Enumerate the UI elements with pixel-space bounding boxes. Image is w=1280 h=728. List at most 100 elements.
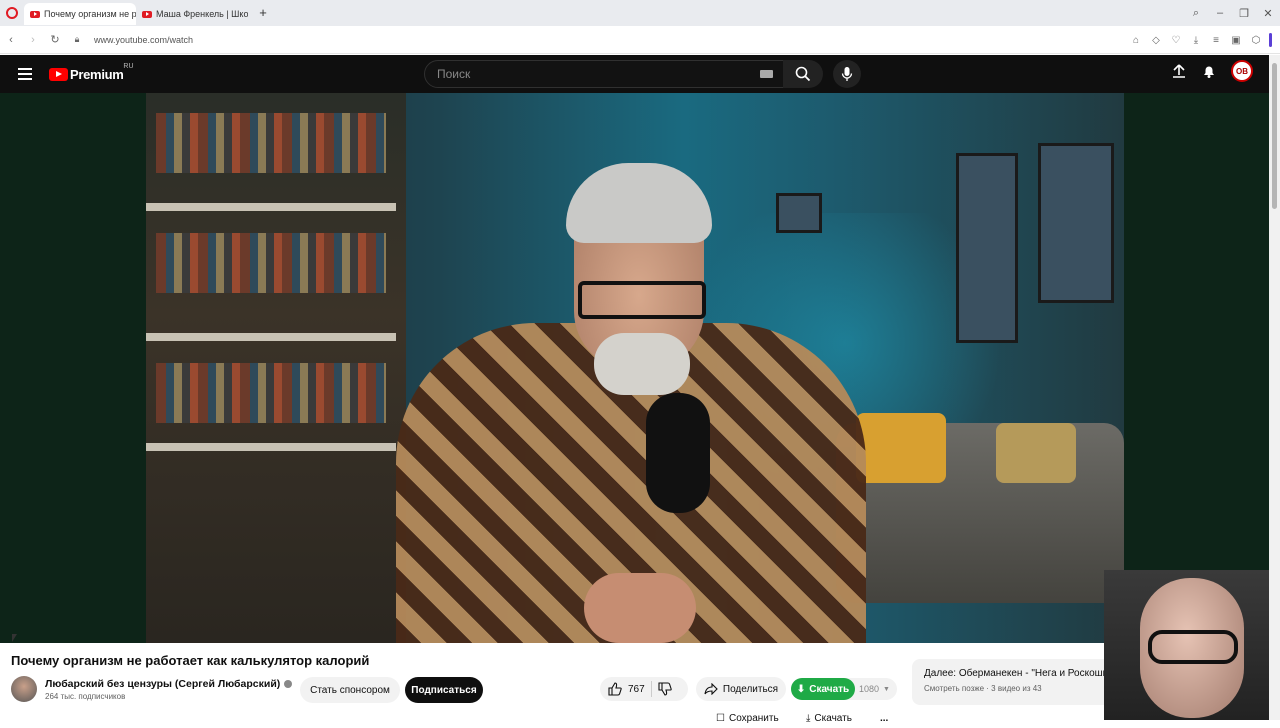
save-label: Сохранить bbox=[728, 712, 779, 724]
search-button[interactable] bbox=[783, 60, 823, 88]
opera-logo-icon[interactable] bbox=[6, 7, 18, 19]
webcam-person-glasses bbox=[1148, 630, 1238, 664]
download-control: ⬇ Скачать 1080 ▼ bbox=[791, 678, 897, 700]
channel-info: Любарский без цензуры (Сергей Любарский)… bbox=[11, 676, 293, 702]
minimize-icon[interactable]: – bbox=[1208, 7, 1232, 19]
person-hair bbox=[566, 163, 712, 243]
youtube-favicon-icon bbox=[30, 10, 40, 18]
sponsor-button[interactable]: Стать спонсором bbox=[300, 677, 400, 703]
download-arrow-icon: ⬇ bbox=[796, 683, 806, 695]
share-label: Поделиться bbox=[722, 683, 779, 695]
dislike-icon[interactable] bbox=[658, 682, 672, 696]
download-secondary-button[interactable]: ⤓ Скачать bbox=[806, 708, 852, 728]
like-icon[interactable] bbox=[608, 682, 622, 696]
lock-icon: 🔒︎ bbox=[74, 34, 80, 44]
tab-label: Почему организм не ра bbox=[44, 9, 136, 19]
shelf-board bbox=[146, 203, 396, 211]
logo-text: Premium bbox=[70, 66, 124, 82]
voice-search-button[interactable] bbox=[833, 60, 861, 88]
person-hands bbox=[584, 573, 696, 643]
webcam-overlay bbox=[1104, 570, 1280, 720]
person-beard bbox=[594, 333, 690, 395]
keyboard-icon[interactable] bbox=[760, 70, 773, 78]
bookshelf bbox=[146, 93, 406, 643]
youtube-header: Premium RU ОВ bbox=[0, 55, 1269, 93]
menu-icon[interactable]: ≡ bbox=[1209, 35, 1223, 46]
microphone-icon bbox=[841, 67, 853, 81]
cube-icon[interactable]: ⬡ bbox=[1249, 35, 1263, 46]
youtube-play-icon bbox=[49, 67, 68, 81]
channel-name-row: Любарский без цензуры (Сергей Любарский) bbox=[45, 678, 293, 690]
sofa bbox=[836, 413, 1124, 603]
pillow bbox=[856, 413, 946, 483]
header-actions: ОВ bbox=[1171, 60, 1253, 82]
search-input[interactable] bbox=[437, 67, 737, 81]
mouse-cursor-icon bbox=[12, 634, 17, 642]
back-icon[interactable]: ‹ bbox=[0, 34, 22, 46]
hamburger-menu-icon[interactable] bbox=[18, 68, 32, 80]
like-count[interactable]: 767 bbox=[628, 684, 645, 695]
picture-frame bbox=[956, 153, 1018, 343]
close-icon[interactable]: ✕ bbox=[1256, 7, 1280, 20]
forward-icon[interactable]: › bbox=[22, 34, 44, 46]
video-player-area[interactable] bbox=[0, 93, 1269, 643]
search-box bbox=[424, 60, 784, 88]
sidebar-indicator[interactable] bbox=[1269, 33, 1272, 47]
heart-icon[interactable]: ♡ bbox=[1169, 35, 1183, 46]
page-scrollbar[interactable] bbox=[1269, 55, 1280, 720]
search-tabs-icon[interactable]: ⌕ bbox=[1184, 7, 1208, 20]
like-dislike-bar: 767 bbox=[600, 677, 688, 701]
verified-icon bbox=[284, 679, 293, 688]
video-title: Почему организм не работает как калькуля… bbox=[11, 653, 370, 668]
bell-icon[interactable] bbox=[1201, 63, 1217, 79]
download-icon: ⤓ bbox=[806, 712, 811, 724]
address-bar: ‹ › ↻ 🔒︎ www.youtube.com/watch ⌂ ◇ ♡ ⤓ ≡… bbox=[0, 26, 1280, 54]
browser-tab[interactable]: Маша Френкель | Школа bbox=[136, 3, 248, 25]
new-tab-button[interactable]: + bbox=[256, 6, 270, 20]
subscriber-count: 264 тыс. подписчиков bbox=[45, 691, 126, 701]
books bbox=[156, 233, 386, 293]
share-button[interactable]: Поделиться bbox=[696, 677, 786, 701]
chevron-down-icon[interactable]: ▼ bbox=[883, 686, 890, 693]
extensions-icon[interactable]: ▣ bbox=[1229, 35, 1243, 46]
save-button[interactable]: ☐ Сохранить bbox=[716, 708, 779, 728]
save-icon: ☐ bbox=[716, 712, 725, 724]
tab-label: Маша Френкель | Школа bbox=[156, 9, 248, 19]
account-avatar[interactable]: ОВ bbox=[1231, 60, 1253, 82]
upload-icon[interactable] bbox=[1171, 63, 1187, 79]
download-button[interactable]: ⬇ Скачать bbox=[791, 678, 855, 700]
channel-name[interactable]: Любарский без цензуры (Сергей Любарский) bbox=[45, 678, 280, 690]
books bbox=[156, 363, 386, 423]
download-label: Скачать bbox=[809, 683, 850, 695]
books bbox=[156, 113, 386, 173]
channel-avatar[interactable] bbox=[11, 676, 37, 702]
share-icon bbox=[704, 683, 718, 695]
youtube-premium-logo[interactable]: Premium RU bbox=[49, 63, 134, 82]
camera-icon[interactable]: ⌂ bbox=[1129, 35, 1143, 46]
like-divider bbox=[650, 681, 652, 697]
pillow bbox=[996, 423, 1076, 483]
url-field[interactable]: www.youtube.com/watch bbox=[94, 35, 193, 45]
shield-icon[interactable]: ◇ bbox=[1149, 35, 1163, 46]
download-icon[interactable]: ⤓ bbox=[1189, 35, 1203, 46]
scrollbar-thumb[interactable] bbox=[1272, 63, 1277, 209]
person-glasses bbox=[578, 281, 706, 319]
browser-tab-active[interactable]: Почему организм не ра bbox=[24, 3, 136, 25]
reload-icon[interactable]: ↻ bbox=[44, 33, 66, 46]
restore-icon[interactable]: ❐ bbox=[1232, 7, 1256, 20]
region-code: RU bbox=[123, 62, 134, 70]
shelf-board bbox=[146, 333, 396, 341]
browser-tab-bar: Почему организм не ра Маша Френкель | Шк… bbox=[0, 0, 1280, 26]
video-frame[interactable] bbox=[146, 93, 1124, 643]
studio-microphone bbox=[646, 393, 710, 513]
picture-frame bbox=[1038, 143, 1114, 303]
quality-select[interactable]: 1080 bbox=[859, 684, 879, 694]
search-icon bbox=[795, 66, 811, 82]
address-bar-actions: ⌂ ◇ ♡ ⤓ ≡ ▣ ⬡ bbox=[1129, 26, 1272, 54]
subscribe-button[interactable]: Подписаться bbox=[405, 677, 483, 703]
more-actions-button[interactable]: ... bbox=[880, 708, 888, 728]
picture-frame bbox=[776, 193, 822, 233]
window-controls: ⌕ – ❐ ✕ bbox=[1184, 0, 1280, 26]
shelf-board bbox=[146, 443, 396, 451]
download-secondary-label: Скачать bbox=[814, 712, 852, 724]
